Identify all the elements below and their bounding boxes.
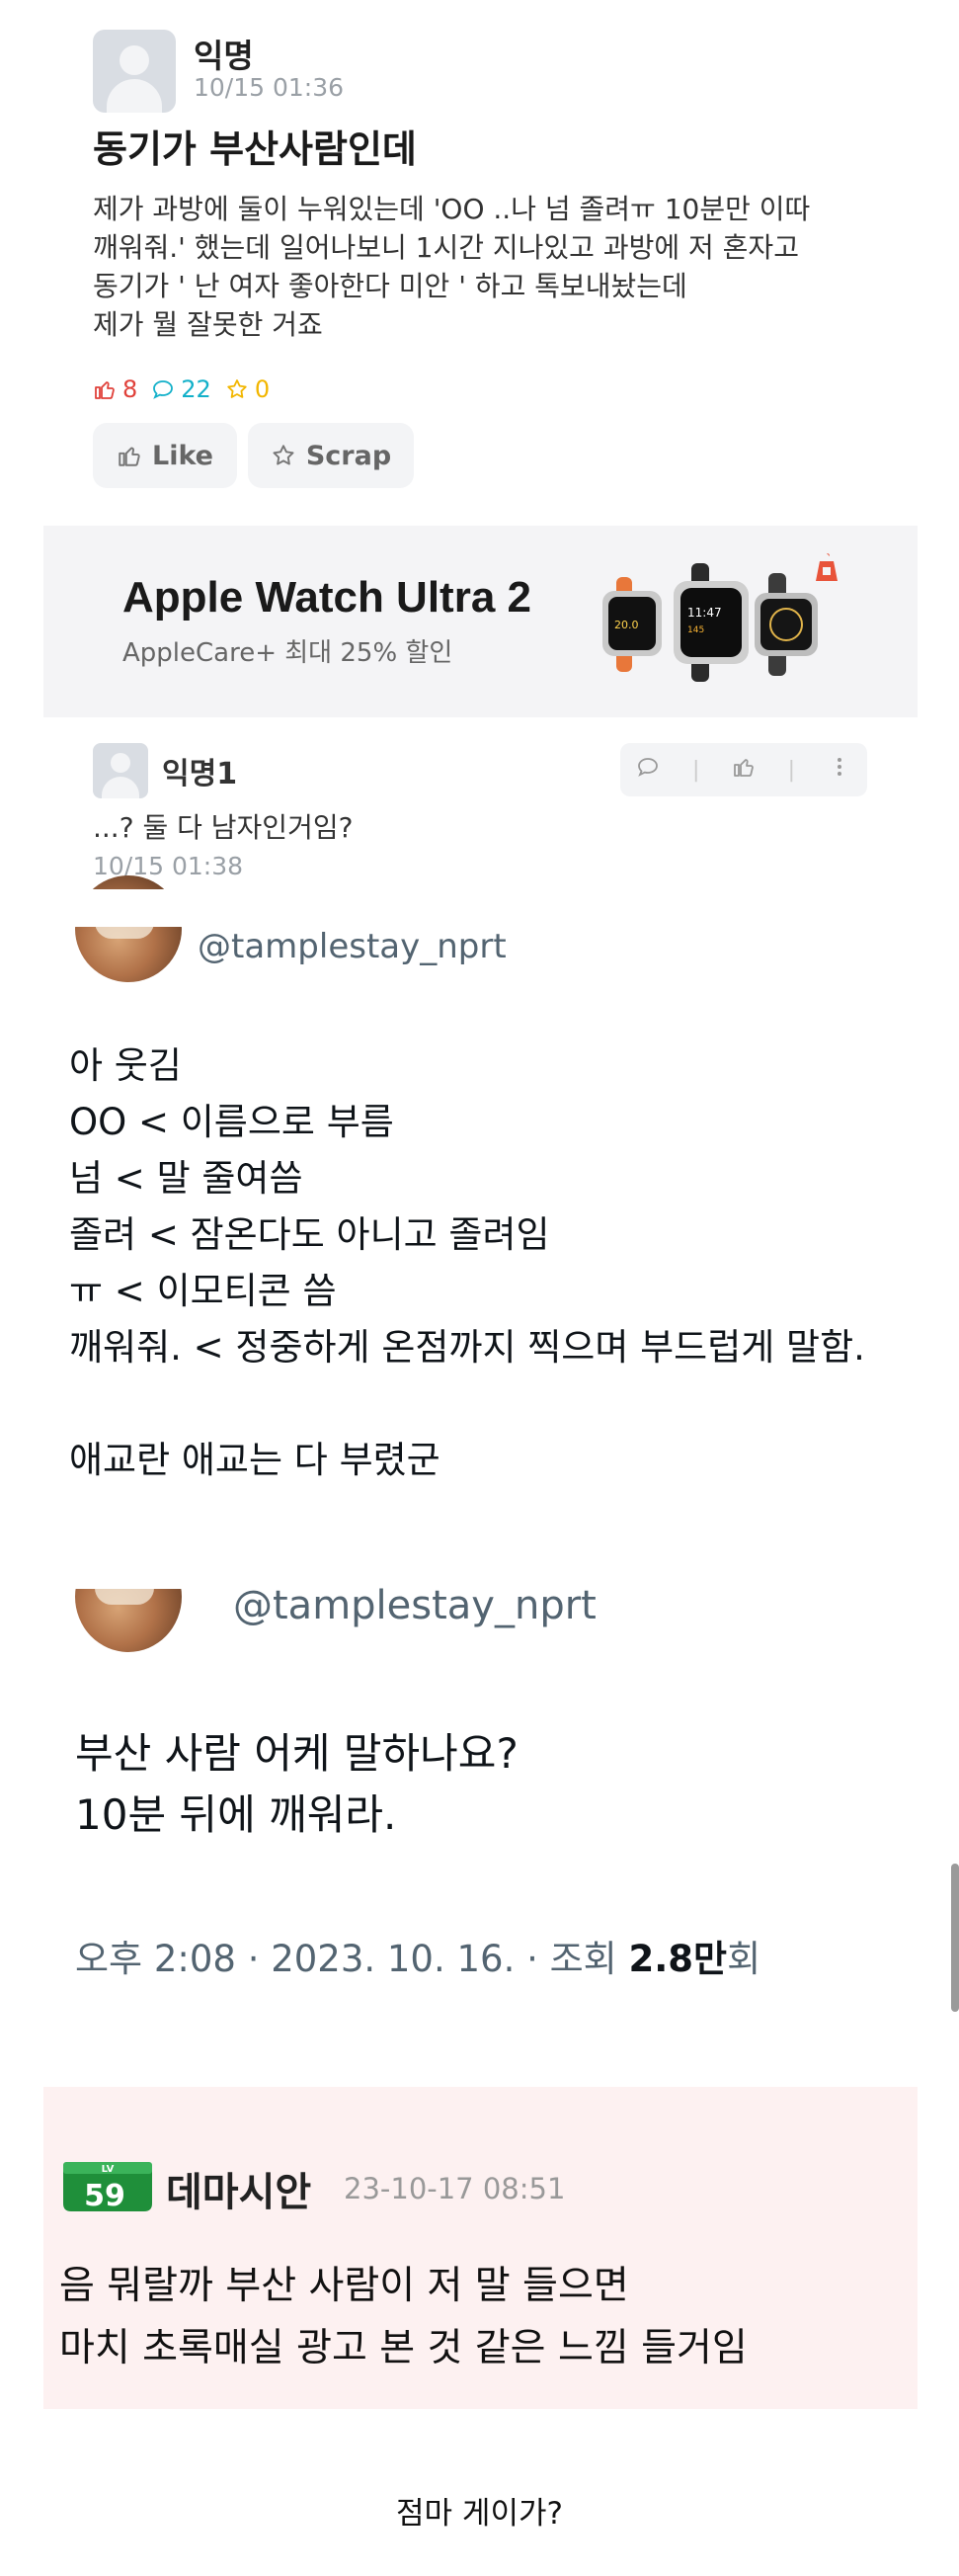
tweet-meta: 오후 2:08 · 2023. 10. 16. · 조회 2.8만회 <box>75 1929 760 1982</box>
tweet-handle[interactable]: @tamplestay_nprt <box>233 1583 597 1628</box>
action-divider: | <box>787 757 796 783</box>
level-badge-top: LV <box>102 2164 115 2175</box>
post-title: 동기가 부산사람인데 <box>93 127 417 171</box>
reply-text: 음 뭐랄까 부산 사람이 저 말 들으면 마치 초록매실 광고 본 것 같은 느… <box>59 2264 748 2370</box>
post-stats: 8 22 0 <box>93 375 270 403</box>
tweet-meta-time: 오후 2:08 · 2023. 10. 16. · 조회 <box>75 1938 629 1980</box>
tweet-handle[interactable]: @tamplestay_nprt <box>198 927 507 966</box>
more-options-icon[interactable] <box>828 755 851 785</box>
post-author-name: 익명 <box>194 37 254 75</box>
ad-brand-logo-icon <box>816 553 838 581</box>
level-badge-number: 59 <box>84 2179 125 2213</box>
tweet-body: 부산 사람 어케 말하나요? 10분 뒤에 깨워라. <box>75 1729 519 1839</box>
crop-edge <box>0 889 959 927</box>
tweet-body: 아 웃김 OO < 이름으로 부름 넘 < 말 줄여씀 졸려 < 잠온다도 아니… <box>69 1044 865 1481</box>
reply-author-name[interactable]: 데마시안 <box>166 2160 311 2217</box>
svg-text:145: 145 <box>687 625 704 635</box>
comment-text: ...? 둘 다 남자인거임? <box>93 811 354 844</box>
scrap-button[interactable]: Scrap <box>248 423 414 488</box>
like-button[interactable]: Like <box>93 423 237 488</box>
scrollbar[interactable] <box>951 1864 959 2012</box>
footer-caption: 점마 게이가? <box>396 2496 563 2532</box>
crop-edge <box>0 1537 959 1589</box>
comment-like-icon[interactable] <box>732 755 756 785</box>
scrap-count-value: 0 <box>254 375 271 403</box>
watch-product-image: 20.0 11:47 145 <box>602 563 818 682</box>
like-count: 8 <box>93 375 137 403</box>
comment-count: 22 <box>151 375 211 403</box>
star-icon <box>273 445 294 465</box>
scrap-button-label: Scrap <box>305 440 392 471</box>
thumbs-up-icon <box>119 447 140 466</box>
post-body: 제가 과방에 둘이 누워있는데 'OO ..나 넘 졸려ㅠ 10분만 이따 깨워… <box>93 193 811 341</box>
tweet-meta-suffix: 회 <box>727 1938 761 1980</box>
svg-text:20.0: 20.0 <box>614 619 639 631</box>
comment-author-name: 익명1 <box>162 757 238 791</box>
reply-icon[interactable] <box>636 755 660 785</box>
comment-count-value: 22 <box>181 375 211 403</box>
svg-text:11:47: 11:47 <box>687 606 722 620</box>
comment-actions: | | <box>620 743 867 796</box>
post-timestamp: 10/15 01:36 <box>194 73 345 102</box>
action-divider: | <box>691 757 700 783</box>
ad-title: Apple Watch Ultra 2 <box>122 573 531 622</box>
ad-subtitle: AppleCare+ 최대 25% 할인 <box>122 638 453 668</box>
star-icon <box>227 379 247 398</box>
tweet-view-count: 2.8만 <box>628 1938 728 1980</box>
comment-author-avatar[interactable] <box>93 743 148 798</box>
thumbs-up-icon <box>95 381 115 399</box>
like-count-value: 8 <box>122 375 138 403</box>
scrap-count: 0 <box>225 375 270 403</box>
like-button-label: Like <box>151 440 213 471</box>
post-author-avatar[interactable] <box>93 30 176 113</box>
comment-bubble-icon <box>153 380 174 399</box>
reply-timestamp: 23-10-17 08:51 <box>344 2172 566 2205</box>
level-badge: LV 59 <box>63 2162 152 2213</box>
